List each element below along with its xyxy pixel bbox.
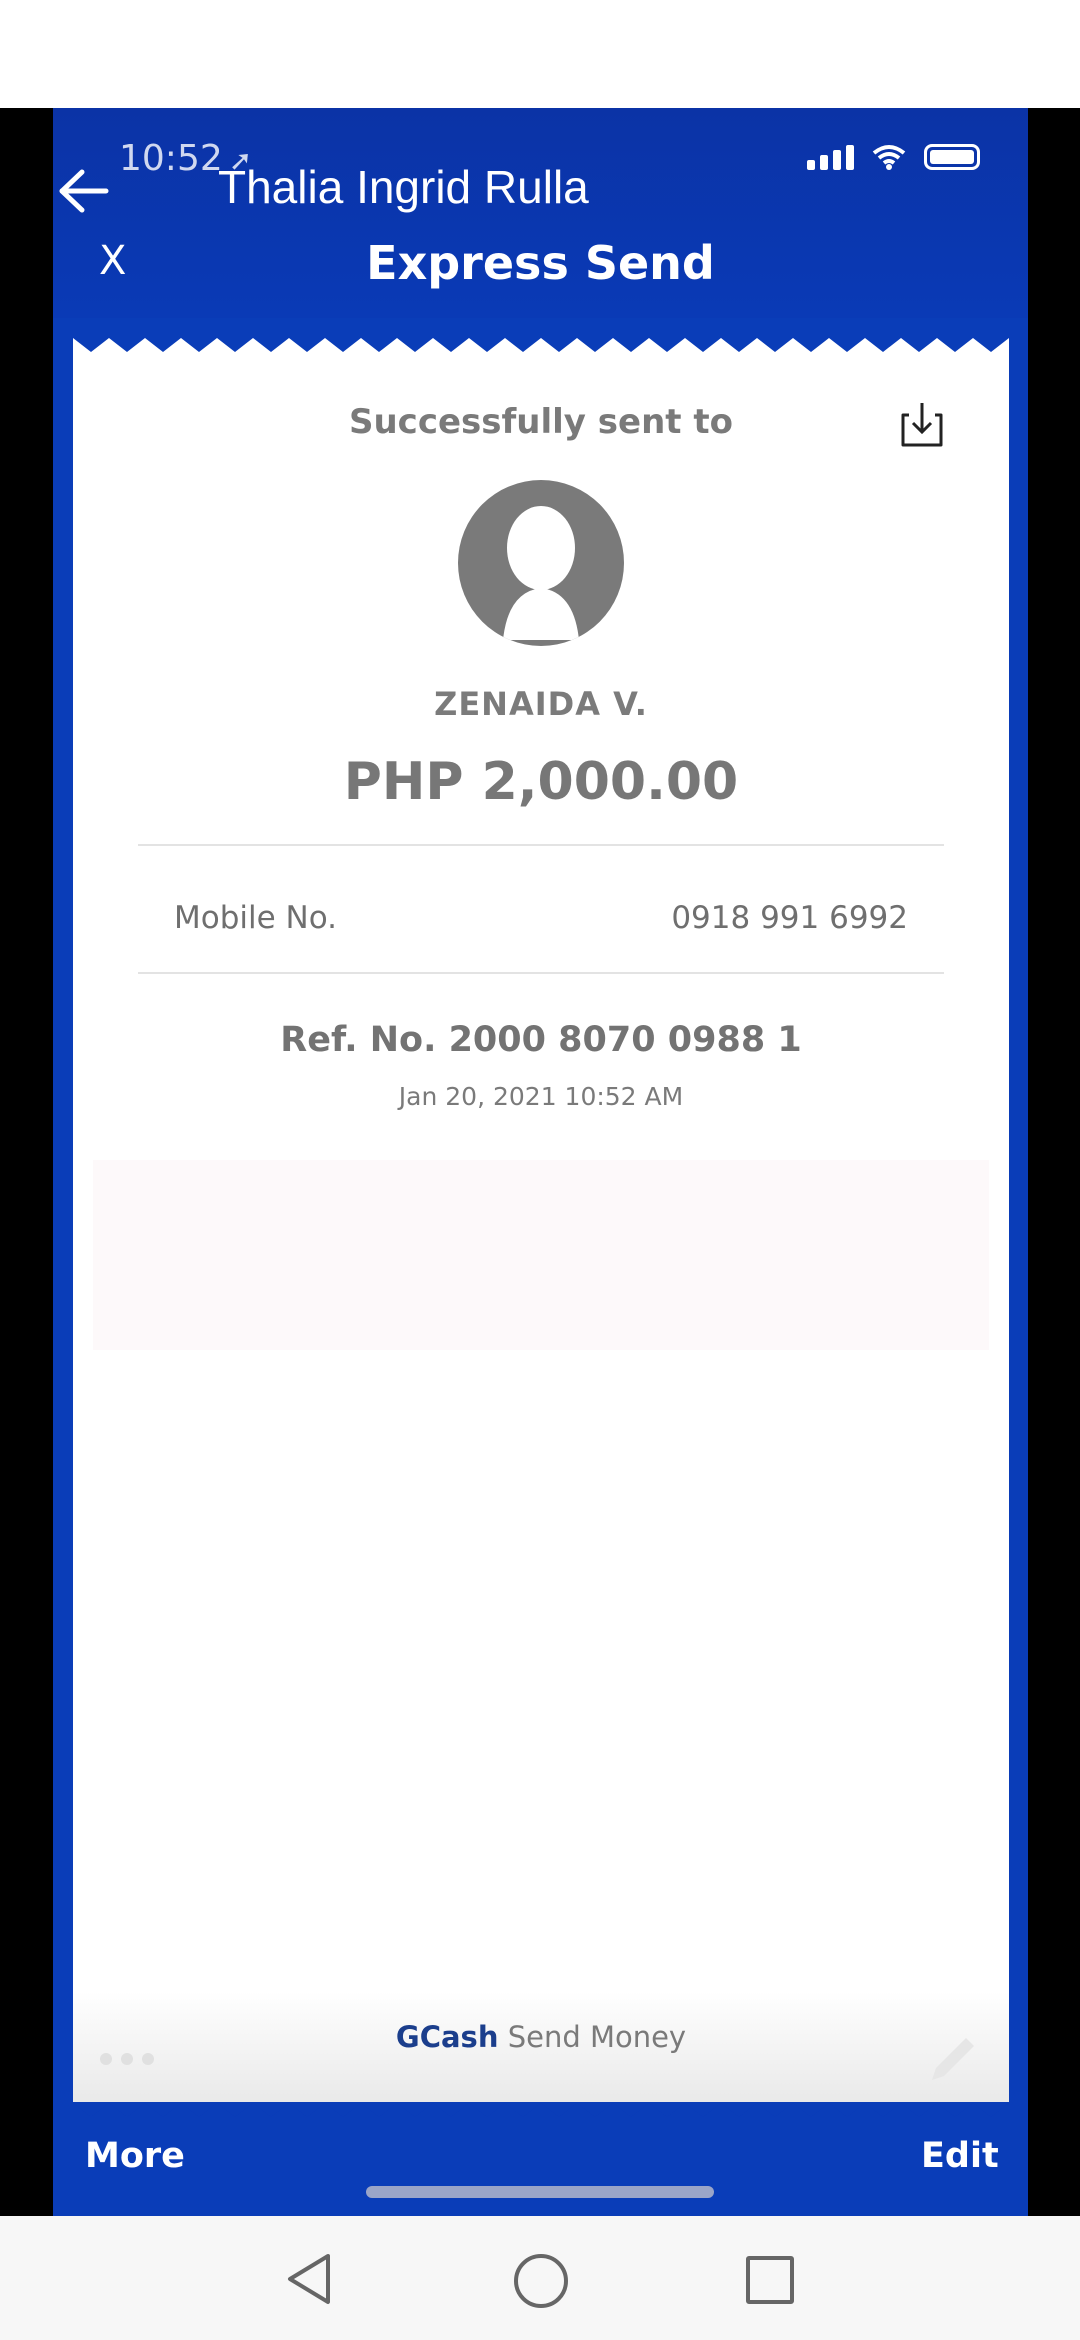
recipient-name: ZENAIDA V.: [434, 685, 648, 723]
battery-icon: [924, 144, 980, 170]
triangle-back-icon[interactable]: [284, 2252, 334, 2306]
square-recents-icon[interactable]: [746, 2256, 794, 2304]
circle-home-icon[interactable]: [514, 2254, 568, 2308]
receipt-bottom-edge: [73, 2103, 1009, 2121]
android-nav-bar: [0, 2216, 1080, 2340]
ellipsis-icon[interactable]: [100, 2053, 154, 2065]
home-indicator: [366, 2186, 714, 2198]
timestamp: Jan 20, 2021 10:52 AM: [398, 1082, 684, 1111]
brand-suffix: Send Money: [507, 2020, 687, 2054]
success-heading: Successfully sent to: [348, 402, 734, 442]
divider: [138, 972, 944, 974]
amount: PHP 2,000.00: [343, 752, 739, 812]
more-button[interactable]: More: [85, 2136, 185, 2176]
status-time-text: 10:52: [119, 138, 223, 179]
arrow-left-icon[interactable]: [58, 168, 110, 214]
download-icon[interactable]: [895, 397, 949, 451]
person-silhouette-icon: [458, 480, 624, 646]
signal-icon: [807, 145, 854, 170]
contact-name: Thalia Ingrid Rulla: [218, 161, 589, 213]
screen-title: Express Send: [366, 236, 715, 290]
receipt-card: Successfully sent to ZENAIDA V. PHP 2,00…: [73, 352, 1009, 2102]
mobile-label: Mobile No.: [174, 900, 338, 936]
top-bar-area: [0, 0, 1080, 108]
promo-area: [93, 1160, 989, 1350]
edit-button[interactable]: Edit: [921, 2136, 999, 2176]
pencil-icon[interactable]: [922, 2030, 982, 2090]
wifi-icon: [872, 145, 906, 170]
brand-line: GCash Send Money: [73, 2020, 1009, 2054]
status-icons: [807, 144, 980, 170]
reference-number: Ref. No. 2000 8070 0988 1: [280, 1020, 802, 1060]
mobile-value: 0918 991 6992: [671, 900, 908, 936]
brand-name: GCash: [395, 2020, 499, 2054]
divider: [138, 844, 944, 846]
